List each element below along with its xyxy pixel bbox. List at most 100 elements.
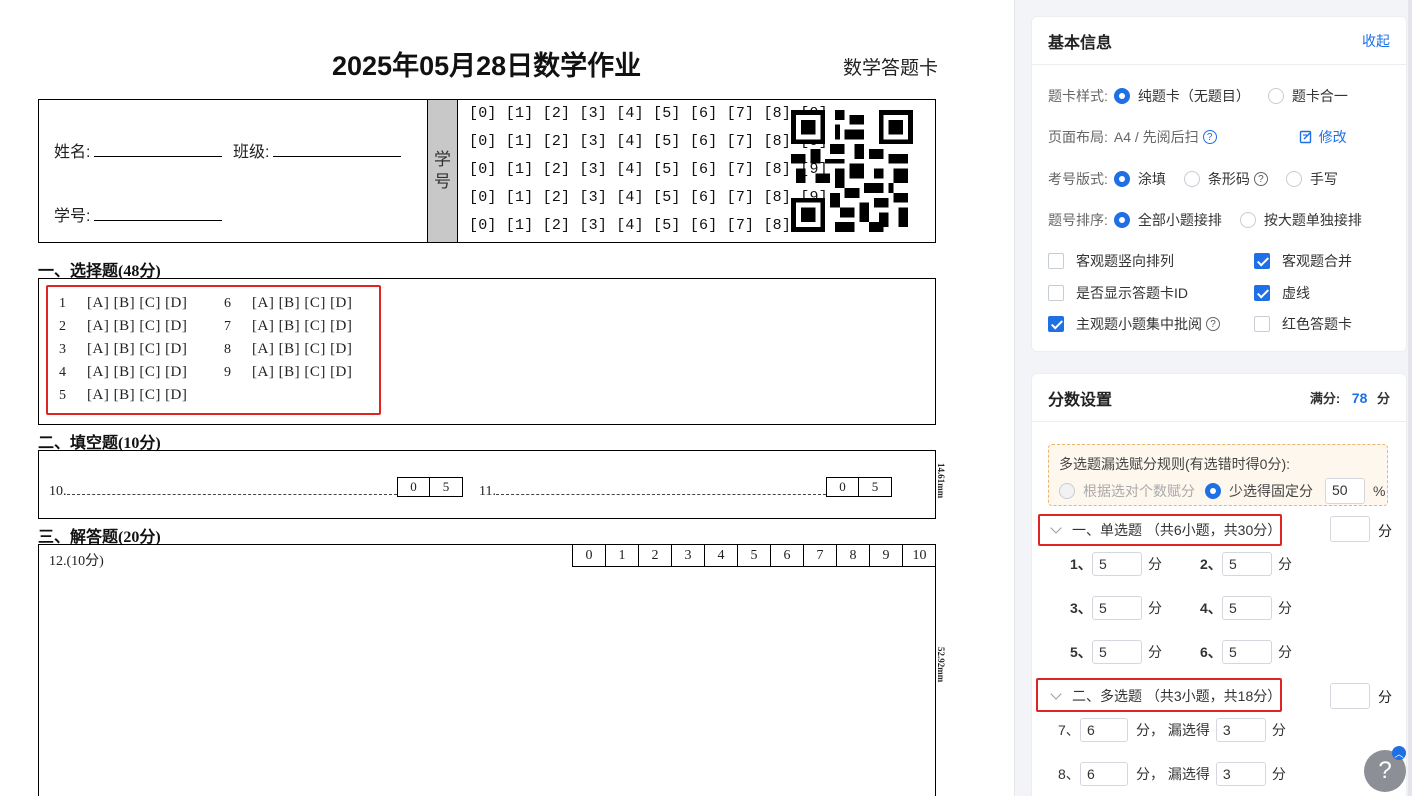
fill-score-box: 05: [397, 477, 463, 497]
student-id-label: 学号:: [54, 208, 91, 225]
fill-score-box: 05: [826, 477, 892, 497]
student-id-field: 学号:: [54, 202, 223, 226]
objective-merge-checkbox[interactable]: 客观题合并: [1254, 251, 1352, 271]
choice-highlight-box: [46, 285, 381, 415]
score-item: 4、 5 分: [1200, 596, 1292, 620]
sheet-title: 2025年05月28日数学作业: [332, 51, 642, 81]
collapse-link[interactable]: 收起: [1362, 31, 1390, 51]
radio-icon: [1113, 212, 1130, 228]
score-input[interactable]: 6: [1080, 762, 1128, 786]
exam-barcode-option[interactable]: 条形码?: [1183, 169, 1268, 189]
student-number-label: 学号: [427, 100, 458, 242]
score-input[interactable]: 5: [1092, 596, 1142, 620]
rule-by-count-option[interactable]: 根据选对个数赋分: [1059, 481, 1195, 501]
group-highlight-box: [1036, 678, 1282, 712]
q12-score-strip: 0 1 2 3 4 5 6 7 8 9 10: [572, 545, 936, 567]
layout-row: 页面布局: A4 / 先阅后扫 ? 修改: [1048, 127, 1347, 147]
question-12-label: 12.(10分): [49, 554, 104, 569]
red-card-checkbox[interactable]: 红色答题卡: [1254, 314, 1352, 334]
score-item: 5、 5 分: [1070, 640, 1162, 664]
rule-fixed-option[interactable]: 少选得固定分: [1205, 481, 1313, 501]
miss-score-input[interactable]: 3: [1215, 718, 1266, 742]
score-settings-header: 分数设置 满分: 78 分: [1032, 374, 1406, 422]
fill-box: 10. 05 11. 05 14.61mm: [38, 450, 946, 519]
help-icon: ?: [1253, 172, 1268, 186]
card-style-combined-option[interactable]: 题卡合一: [1267, 86, 1348, 106]
exam-fill-option[interactable]: 涂填: [1113, 169, 1166, 189]
unit-label: 分: [1378, 689, 1392, 705]
rule-title: 多选题漏选赋分规则(有选错时得0分):: [1059, 456, 1290, 472]
edit-icon: [1299, 130, 1311, 144]
card-style-row: 题卡样式: 纯题卡（无题目） 题卡合一: [1048, 86, 1366, 106]
radio-icon: [1285, 171, 1302, 187]
order-by-section-option[interactable]: 按大题单独接排: [1239, 210, 1362, 230]
score-input[interactable]: 5: [1222, 596, 1272, 620]
layout-value: A4 / 先阅后扫: [1113, 129, 1199, 145]
digit-row: [0] [1] [2] [3] [4] [5] [6] [7] [8] [9]: [469, 105, 828, 122]
card-style-label: 题卡样式:: [1048, 88, 1108, 104]
settings-panel: 基本信息 收起 题卡样式: 纯题卡（无题目） 题卡合一 页面布局: A4 / 先…: [1014, 0, 1412, 796]
order-all-option[interactable]: 全部小题接排: [1113, 210, 1222, 230]
score-input[interactable]: 6: [1080, 718, 1128, 742]
radio-icon: [1113, 88, 1130, 104]
multi-group-score-input[interactable]: [1330, 683, 1370, 709]
show-card-id-checkbox[interactable]: 是否显示答题卡ID: [1048, 283, 1188, 303]
exam-number-row: 考号版式: 涂填 条形码? 手写: [1048, 169, 1356, 189]
digit-row: [0] [1] [2] [3] [4] [5] [6] [7] [8] [9]: [469, 189, 828, 206]
scrollbar[interactable]: [1408, 0, 1412, 796]
digit-row: [0] [1] [2] [3] [4] [5] [6] [7] [8] [9]: [469, 217, 828, 234]
sheet-subtitle: 数学答题卡: [843, 58, 939, 79]
help-icon: ?: [1206, 317, 1220, 331]
digit-row: [0] [1] [2] [3] [4] [5] [6] [7] [8] [9]: [469, 161, 828, 178]
fill-item-10: 10.: [49, 483, 397, 500]
score-input[interactable]: 5: [1092, 640, 1142, 664]
chevron-up-icon[interactable]: ︿: [1392, 746, 1406, 760]
score-input[interactable]: 5: [1092, 552, 1142, 576]
score-input[interactable]: 5: [1222, 552, 1272, 576]
question-order-row: 题号排序: 全部小题接排 按大题单独接排: [1048, 210, 1380, 230]
radio-icon: [1205, 483, 1221, 499]
digit-row: [0] [1] [2] [3] [4] [5] [6] [7] [8] [9]: [469, 133, 828, 150]
basic-info-card: 基本信息 收起 题卡样式: 纯题卡（无题目） 题卡合一 页面布局: A4 / 先…: [1031, 16, 1407, 352]
help-icon[interactable]: ?: [1202, 130, 1217, 144]
rule-percent-input[interactable]: 50: [1325, 478, 1365, 504]
score-item: 6、 5 分: [1200, 640, 1292, 664]
radio-icon: [1113, 171, 1130, 187]
height-annotation: 52.92mm: [936, 647, 946, 683]
score-item: 7、 6 分， 漏选得 3 分: [1058, 718, 1286, 742]
student-number-bubbles: [0] [1] [2] [3] [4] [5] [6] [7] [8] [9] …: [469, 104, 828, 244]
basic-info-header: 基本信息 收起: [1032, 17, 1406, 65]
student-info-box: 姓名: 班级: 学号: 学号 [0] [1] [2] [3] [4] [5] […: [38, 99, 936, 243]
name-label: 姓名:: [54, 144, 91, 161]
miss-score-input[interactable]: 3: [1215, 762, 1266, 786]
objective-vertical-checkbox[interactable]: 客观题竖向排列: [1048, 251, 1174, 271]
dashed-line-checkbox[interactable]: 虚线: [1254, 283, 1310, 303]
height-annotation: 14.61mm: [936, 463, 946, 499]
layout-label: 页面布局:: [1048, 129, 1108, 145]
radio-icon: [1239, 212, 1256, 228]
score-item: 2、 5 分: [1200, 552, 1292, 576]
modify-button[interactable]: 修改: [1299, 127, 1347, 147]
score-item: 3、 5 分: [1070, 596, 1162, 620]
group-highlight-box: [1038, 514, 1282, 546]
card-style-pure-option[interactable]: 纯题卡（无题目）: [1113, 86, 1250, 106]
qr-code-icon: [791, 110, 913, 232]
score-item: 1、 5 分: [1070, 552, 1162, 576]
exam-handwrite-option[interactable]: 手写: [1285, 169, 1338, 189]
basic-info-title: 基本信息: [1048, 34, 1113, 52]
class-field: 班级:: [233, 138, 402, 162]
question-order-label: 题号排序:: [1048, 212, 1108, 228]
multi-select-rule-box: 多选题漏选赋分规则(有选错时得0分): 根据选对个数赋分 少选得固定分 50 %: [1048, 444, 1388, 506]
score-settings-title: 分数设置: [1048, 391, 1113, 409]
single-group-score-input[interactable]: [1330, 516, 1370, 542]
answer-sheet-preview: 2025年05月28日数学作业 数学答题卡 姓名: 班级: 学号: 学号 [0]…: [0, 0, 1012, 796]
score-settings-card: 分数设置 满分: 78 分 多选题漏选赋分规则(有选错时得0分): 根据选对个数…: [1031, 373, 1407, 796]
score-input[interactable]: 5: [1222, 640, 1272, 664]
subjective-centralized-checkbox[interactable]: 主观题小题集中批阅?: [1048, 314, 1220, 334]
class-label: 班级:: [233, 144, 270, 161]
exam-number-label: 考号版式:: [1048, 171, 1108, 187]
name-field: 姓名:: [54, 138, 223, 162]
unit-label: 分: [1378, 523, 1392, 539]
radio-icon: [1059, 483, 1075, 499]
radio-icon: [1267, 88, 1284, 104]
